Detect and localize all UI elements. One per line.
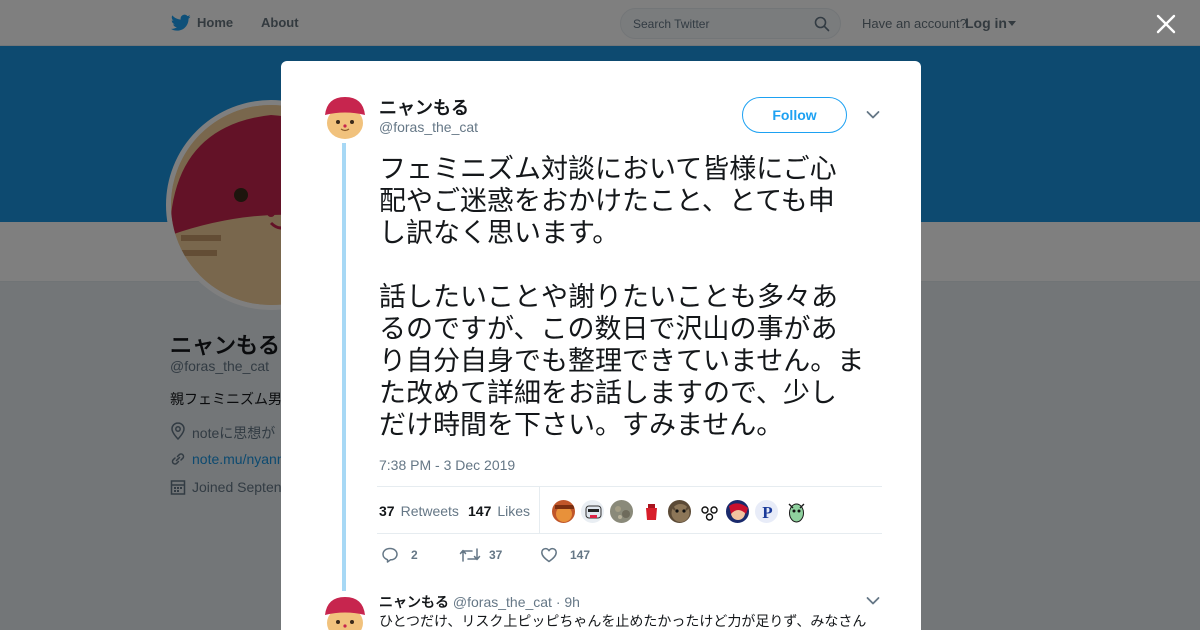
reply-text: ひとつだけ、リスク上ピッピちゃんを止めたかったけど力が足りず、みなさん	[379, 613, 867, 629]
reply-author-handle[interactable]: @foras_the_cat	[453, 594, 552, 610]
stats-divider	[539, 487, 540, 533]
retweet-icon	[459, 548, 481, 562]
liker-avatar[interactable]	[725, 499, 750, 524]
liker-avatar[interactable]	[551, 499, 576, 524]
reply-author-avatar[interactable]	[321, 593, 369, 630]
follow-button[interactable]: Follow	[742, 97, 847, 133]
liker-avatar[interactable]	[696, 499, 721, 524]
retweets-count: 37	[379, 503, 395, 519]
tweet-actions: 2 37 147	[381, 545, 681, 565]
tweet-timestamp[interactable]: 7:38 PM - 3 Dec 2019	[379, 457, 515, 473]
retweets-stat[interactable]: 37 Retweets	[379, 503, 459, 519]
reply-count: 2	[411, 548, 418, 562]
retweet-action-count: 37	[489, 548, 503, 562]
reply-header: ニャンもる @foras_the_cat · 9h	[379, 592, 580, 612]
heart-icon	[541, 547, 557, 563]
thread-line	[342, 143, 346, 591]
liker-avatar[interactable]	[667, 499, 692, 524]
tweet-stats: 37 Retweets 147 Likes P	[377, 486, 882, 534]
reply-time[interactable]: · 9h	[556, 594, 580, 610]
reply-author-name[interactable]: ニャンもる	[379, 594, 449, 610]
chevron-down-icon[interactable]	[866, 110, 880, 120]
liker-avatar[interactable]	[783, 499, 808, 524]
liker-avatar[interactable]	[609, 499, 634, 524]
liker-avatar[interactable]	[580, 499, 605, 524]
tweet-modal: ニャンもる @foras_the_cat Follow フェミニズム対談において…	[281, 61, 921, 630]
reply-icon	[382, 547, 398, 563]
like-action-count: 147	[570, 548, 591, 562]
liker-avatar[interactable]: P	[754, 499, 779, 524]
liker-avatar-letter: P	[762, 503, 772, 522]
likes-count: 147	[468, 503, 492, 519]
tweet-author-handle[interactable]: @foras_the_cat	[379, 119, 478, 135]
tweet-text: フェミニズム対談において皆様にご心 配やご迷惑をおかけたこと、とても申 し訳なく…	[379, 154, 865, 440]
liker-avatar[interactable]	[638, 499, 663, 524]
close-icon[interactable]	[1156, 14, 1176, 34]
tweet-author-avatar[interactable]	[321, 93, 369, 141]
chevron-down-icon[interactable]	[866, 596, 880, 606]
likes-label: Likes	[497, 503, 531, 519]
likes-stat[interactable]: 147 Likes	[468, 503, 530, 519]
retweets-label: Retweets	[400, 503, 459, 519]
tweet-author-name[interactable]: ニャンもる	[379, 94, 469, 120]
